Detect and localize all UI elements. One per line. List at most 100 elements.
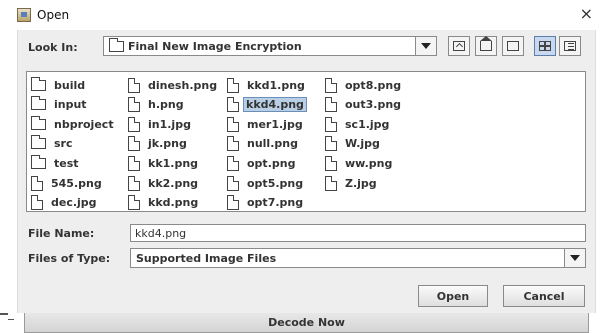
- file-item[interactable]: ww.png: [325, 154, 396, 172]
- open-dialog: Look In: Final New Image Encryption buil…: [17, 30, 596, 313]
- file-name: kkd1.png: [247, 78, 305, 92]
- chevron-down-icon[interactable]: [564, 249, 585, 267]
- folder-icon: [31, 115, 46, 130]
- file-item[interactable]: out3.png: [325, 96, 405, 114]
- file-name: build: [54, 78, 86, 92]
- file-list[interactable]: build input nbproject src test 545.png dec.jpg…: [26, 71, 586, 212]
- file-icon: [325, 175, 337, 191]
- file-icon: [128, 195, 140, 211]
- file-item[interactable]: jk.png: [128, 135, 191, 153]
- file-item[interactable]: opt7.png: [227, 194, 307, 212]
- file-icon: [325, 155, 337, 171]
- file-icon: [325, 77, 337, 93]
- file-name-input[interactable]: [130, 224, 586, 242]
- file-icon: [128, 97, 140, 113]
- file-icon: [227, 195, 239, 211]
- file-icon: [227, 175, 239, 191]
- file-item[interactable]: dec.jpg: [31, 194, 101, 212]
- file-item[interactable]: input: [31, 96, 91, 114]
- file-item[interactable]: opt5.png: [227, 174, 307, 192]
- file-item[interactable]: opt.png: [227, 154, 299, 172]
- file-name: nbproject: [54, 117, 114, 131]
- file-name: null.png: [247, 137, 298, 151]
- look-in-combo[interactable]: Final New Image Encryption: [103, 36, 437, 56]
- close-button[interactable]: ×: [580, 6, 593, 22]
- file-item[interactable]: test: [31, 154, 83, 172]
- file-item[interactable]: in1.jpg: [128, 115, 195, 133]
- file-name: opt7.png: [247, 196, 304, 210]
- file-item[interactable]: h.png: [128, 96, 188, 114]
- file-name: out3.png: [345, 98, 402, 112]
- up-one-level-icon: [453, 41, 465, 51]
- file-icon: [128, 116, 140, 132]
- file-item[interactable]: W.jpg: [325, 135, 384, 153]
- file-icon: [128, 77, 140, 93]
- title-bar: Open ×: [0, 0, 608, 30]
- file-item[interactable]: sc1.jpg: [325, 115, 393, 133]
- file-item[interactable]: mer1.jpg: [227, 115, 307, 133]
- decode-now-button[interactable]: Decode Now: [24, 313, 589, 333]
- file-name: kkd.png: [148, 196, 199, 210]
- file-item[interactable]: null.png: [227, 135, 302, 153]
- file-icon: [227, 77, 239, 93]
- file-name: opt5.png: [247, 176, 304, 190]
- file-name: mer1.jpg: [247, 117, 303, 131]
- new-folder-button[interactable]: [502, 36, 524, 56]
- file-item[interactable]: kk2.png: [128, 174, 202, 192]
- file-name: W.jpg: [345, 137, 380, 151]
- folder-icon: [31, 135, 46, 150]
- file-icon: [325, 116, 337, 132]
- list-view-button[interactable]: [534, 36, 556, 56]
- file-item[interactable]: Z.jpg: [325, 174, 381, 192]
- file-type-label: Files of Type:: [28, 252, 111, 265]
- look-in-label: Look In:: [28, 41, 78, 54]
- file-item[interactable]: opt8.png: [325, 76, 405, 94]
- file-name: sc1.jpg: [345, 117, 390, 131]
- details-view-icon: [564, 41, 576, 51]
- file-name: ww.png: [345, 156, 393, 170]
- background-edge: [0, 313, 8, 315]
- open-button[interactable]: Open: [418, 285, 488, 307]
- file-name: kkd4.png: [243, 97, 307, 113]
- background-edge: [8, 319, 14, 320]
- new-folder-icon: [507, 41, 519, 51]
- home-button[interactable]: [475, 36, 497, 56]
- file-icon: [128, 136, 140, 152]
- window-title: Open: [37, 8, 70, 22]
- file-type-combo[interactable]: Supported Image Files: [130, 248, 586, 268]
- file-name: test: [54, 156, 79, 170]
- home-icon: [480, 36, 492, 51]
- file-item[interactable]: 545.png: [31, 174, 106, 192]
- file-name: kk2.png: [148, 176, 199, 190]
- list-view-icon: [539, 41, 551, 51]
- file-item[interactable]: kkd1.png: [227, 76, 309, 94]
- file-item[interactable]: kkd4.png: [227, 96, 307, 114]
- file-icon: [227, 97, 239, 113]
- chevron-down-icon[interactable]: [415, 37, 436, 55]
- file-type-value: Supported Image Files: [136, 252, 277, 265]
- file-name: 545.png: [51, 176, 102, 190]
- look-in-value: Final New Image Encryption: [128, 40, 302, 53]
- file-item[interactable]: dinesh.png: [128, 76, 221, 94]
- cancel-button[interactable]: Cancel: [503, 285, 585, 307]
- up-one-level-button[interactable]: [448, 36, 470, 56]
- file-icon: [227, 136, 239, 152]
- java-coffee-cup-icon: [17, 8, 31, 22]
- file-icon: [325, 97, 337, 113]
- file-item[interactable]: build: [31, 76, 89, 94]
- file-item[interactable]: kkd.png: [128, 194, 202, 212]
- file-name: dinesh.png: [148, 78, 218, 92]
- file-name: input: [54, 98, 87, 112]
- file-name: opt.png: [247, 156, 296, 170]
- details-view-button[interactable]: [559, 36, 581, 56]
- folder-icon: [109, 38, 124, 52]
- file-icon: [128, 175, 140, 191]
- file-item[interactable]: kk1.png: [128, 154, 202, 172]
- file-name: opt8.png: [345, 78, 402, 92]
- file-name: src: [54, 137, 73, 151]
- file-name-label: File Name:: [28, 227, 95, 240]
- file-item[interactable]: src: [31, 135, 77, 153]
- file-name: in1.jpg: [148, 117, 191, 131]
- file-item[interactable]: nbproject: [31, 115, 118, 133]
- file-name: kk1.png: [148, 156, 199, 170]
